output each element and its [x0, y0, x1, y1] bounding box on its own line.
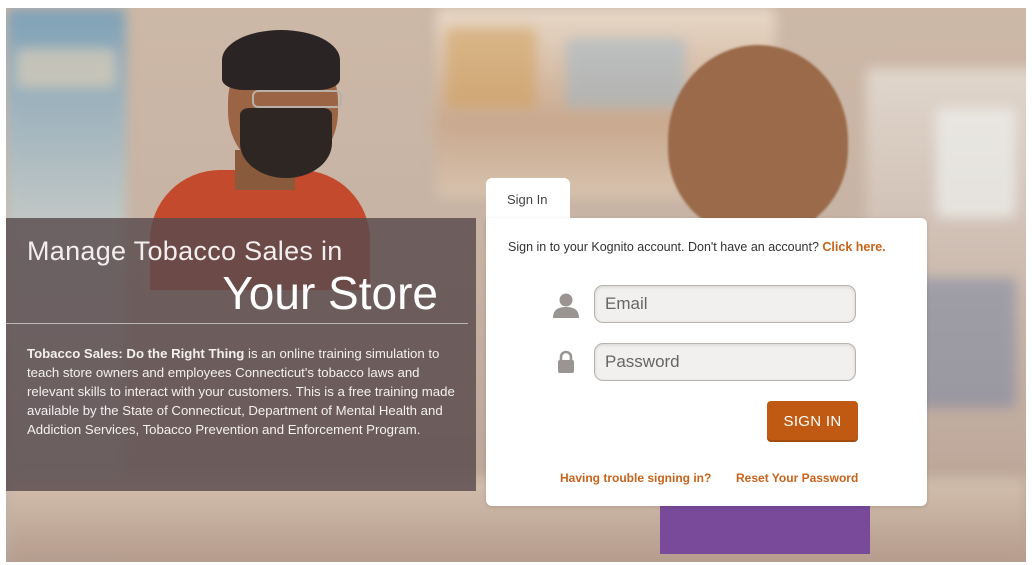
customer-hair	[668, 45, 848, 235]
sign-in-button[interactable]: SIGN IN	[767, 401, 858, 442]
background-products	[936, 108, 1016, 218]
hero-title-line2: Your Store	[222, 267, 438, 319]
sign-in-prompt-text: Sign in to your Kognito account. Don't h…	[508, 240, 823, 254]
create-account-link[interactable]: Click here.	[822, 240, 885, 254]
tab-sign-in[interactable]: Sign In	[486, 178, 570, 219]
reset-password-link[interactable]: Reset Your Password	[736, 471, 858, 485]
sign-in-prompt: Sign in to your Kognito account. Don't h…	[508, 240, 886, 254]
intro-description: Tobacco Sales: Do the Right Thing is an …	[27, 344, 457, 439]
hero-title-line1: Manage Tobacco Sales in	[27, 236, 343, 266]
lock-icon	[558, 350, 574, 373]
trouble-signing-in-link[interactable]: Having trouble signing in?	[560, 471, 711, 485]
email-field[interactable]	[594, 285, 856, 323]
clerk-hair	[222, 30, 340, 90]
password-field[interactable]	[594, 343, 856, 381]
program-name: Tobacco Sales: Do the Right Thing	[27, 346, 245, 361]
clerk-glasses	[252, 90, 342, 108]
sign-in-panel: Sign in to your Kognito account. Don't h…	[486, 218, 927, 506]
intro-panel: Manage Tobacco Sales in Your Store Tobac…	[6, 218, 476, 491]
divider	[6, 323, 468, 324]
background-products	[566, 38, 686, 108]
background-products	[16, 48, 116, 88]
background-products	[446, 28, 536, 108]
user-icon	[553, 293, 579, 318]
clerk-beard	[240, 108, 332, 178]
